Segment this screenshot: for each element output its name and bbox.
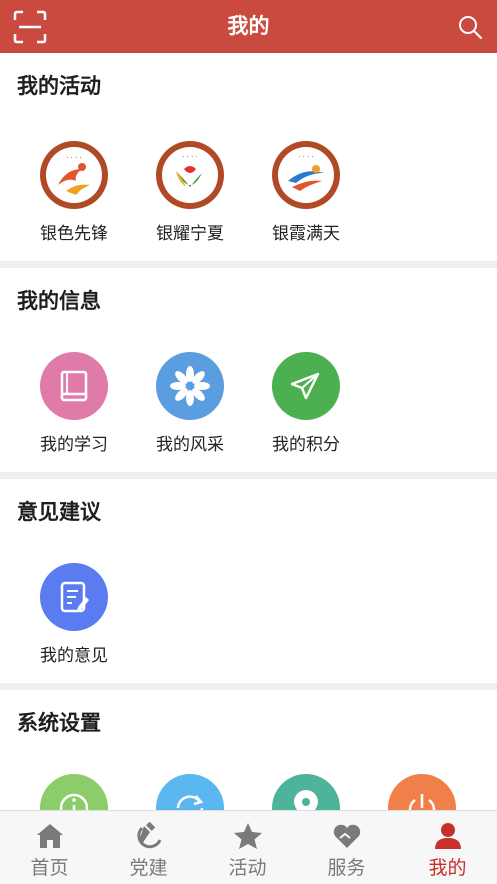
edit-note-icon	[40, 563, 108, 631]
tab-mine[interactable]: 我的	[398, 811, 497, 884]
power-icon	[388, 774, 456, 810]
silver-ningxia-logo-icon: · · · ·	[156, 141, 224, 209]
activity-item-silver-ningxia[interactable]: · · · · 银耀宁夏	[136, 141, 244, 244]
top-header: 我的	[0, 0, 497, 53]
my-activities-section: 我的活动 · · · · 银色先锋 · · · · 银耀宁夏 · · · · 银…	[0, 53, 497, 261]
activity-item-silver-sky[interactable]: · · · · 银霞满天	[252, 141, 360, 244]
activity-label: 银霞满天	[272, 224, 340, 244]
activity-label: 银耀宁夏	[156, 224, 224, 244]
section-divider	[0, 472, 497, 479]
tab-party-building[interactable]: 党建	[99, 811, 198, 884]
hammer-sickle-icon	[136, 822, 161, 849]
info-item-style[interactable]: 我的风采	[136, 352, 244, 455]
flower-icon	[156, 352, 224, 420]
section-title: 我的活动	[17, 74, 101, 98]
info-label: 我的风采	[156, 435, 224, 455]
location-icon	[272, 774, 340, 810]
home-icon	[36, 824, 63, 848]
feedback-label: 我的意见	[40, 646, 108, 666]
tab-home[interactable]: 首页	[0, 811, 99, 884]
tab-label: 党建	[129, 857, 168, 879]
section-title: 系统设置	[17, 711, 101, 735]
info-label: 我的学习	[40, 435, 108, 455]
info-icon	[40, 774, 108, 810]
my-info-section: 我的信息 我的学习 我的风采 我的积分	[0, 268, 497, 472]
bottom-tab-bar: 首页 党建 活动 服务 我的	[0, 810, 497, 884]
tab-label: 首页	[30, 857, 69, 879]
tab-activities[interactable]: 活动	[198, 811, 297, 884]
section-title: 意见建议	[17, 500, 101, 524]
settings-item-logout[interactable]	[368, 774, 476, 810]
svg-text:· · · ·: · · · ·	[298, 153, 314, 161]
section-title: 我的信息	[17, 289, 101, 313]
info-item-study[interactable]: 我的学习	[20, 352, 128, 455]
search-icon[interactable]	[457, 14, 483, 40]
settings-item-update[interactable]	[136, 774, 244, 810]
feedback-item-my-opinion[interactable]: 我的意见	[20, 563, 128, 666]
heart-hands-icon	[333, 824, 360, 848]
activity-label: 银色先锋	[40, 224, 108, 244]
feedback-section: 意见建议 我的意见	[0, 479, 497, 683]
section-divider	[0, 261, 497, 268]
settings-item-about[interactable]	[20, 774, 128, 810]
book-icon	[40, 352, 108, 420]
refresh-icon	[156, 774, 224, 810]
tab-label: 我的	[428, 857, 467, 879]
page-title: 我的	[227, 14, 270, 38]
section-divider	[0, 683, 497, 690]
settings-item-location[interactable]	[252, 774, 360, 810]
tab-services[interactable]: 服务	[297, 811, 396, 884]
silver-sky-logo-icon: · · · ·	[272, 141, 340, 209]
star-icon	[233, 823, 262, 849]
svg-text:· · · ·: · · · ·	[66, 154, 82, 162]
activity-item-silver-pioneer[interactable]: · · · · 银色先锋	[20, 141, 128, 244]
paper-plane-icon	[272, 352, 340, 420]
user-icon	[434, 823, 461, 849]
tab-label: 服务	[327, 857, 366, 879]
silver-pioneer-logo-icon: · · · ·	[40, 141, 108, 209]
tab-label: 活动	[228, 857, 267, 879]
svg-text:· · · ·: · · · ·	[182, 153, 198, 161]
system-settings-section: 系统设置	[0, 690, 497, 810]
info-label: 我的积分	[272, 435, 340, 455]
info-item-points[interactable]: 我的积分	[252, 352, 360, 455]
